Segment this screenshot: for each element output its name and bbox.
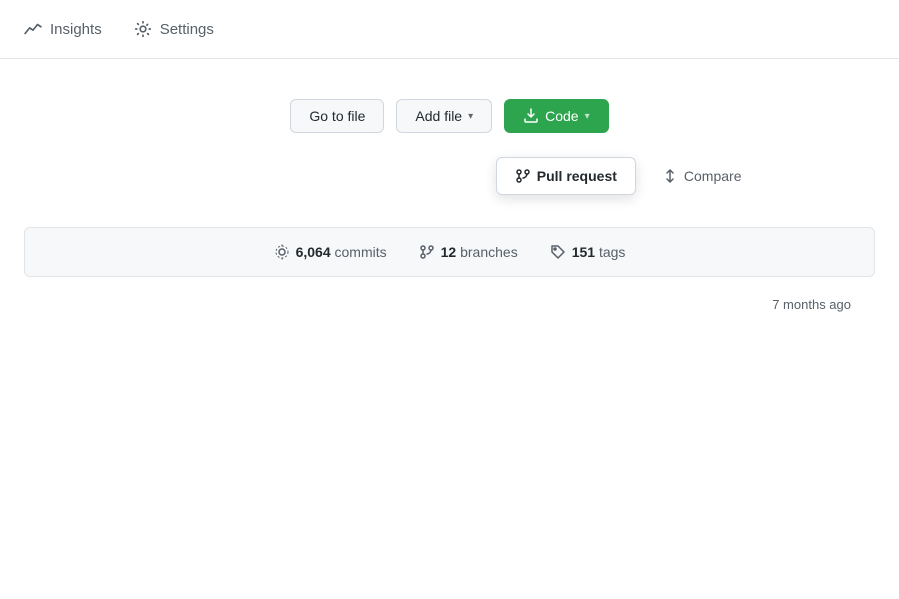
branches-stat[interactable]: 12 branches — [419, 244, 518, 260]
tags-icon — [550, 244, 566, 260]
pull-request-icon — [515, 168, 531, 184]
commits-count: 6,064 — [296, 244, 331, 260]
nav-item-insights[interactable]: Insights — [24, 16, 102, 42]
goto-file-button[interactable]: Go to file — [290, 99, 384, 133]
pull-request-button[interactable]: Pull request — [496, 157, 636, 195]
add-file-button[interactable]: Add file ▾ — [396, 99, 492, 133]
download-icon — [523, 108, 539, 124]
commits-label: commits — [335, 244, 387, 260]
insights-icon — [24, 20, 42, 38]
stats-bar: 6,064 commits 12 branches 151 tags — [24, 227, 875, 277]
settings-icon — [134, 20, 152, 38]
commits-icon — [274, 244, 290, 260]
settings-label: Settings — [160, 21, 214, 38]
code-chevron-icon: ▾ — [585, 111, 590, 122]
compare-icon — [662, 168, 678, 184]
tags-label: tags — [599, 244, 625, 260]
compare-button[interactable]: Compare — [644, 158, 760, 194]
code-label: Code — [545, 108, 578, 124]
top-nav: Insights Settings — [0, 0, 899, 59]
add-file-chevron-icon: ▾ — [468, 111, 473, 122]
branches-icon — [419, 244, 435, 260]
tags-stat[interactable]: 151 tags — [550, 244, 626, 260]
nav-item-settings[interactable]: Settings — [134, 16, 214, 42]
code-button[interactable]: Code ▾ — [504, 99, 609, 133]
branches-label: branches — [460, 244, 518, 260]
pull-request-label: Pull request — [537, 168, 617, 184]
tags-count: 151 — [572, 244, 595, 260]
commits-stat[interactable]: 6,064 commits — [274, 244, 387, 260]
compare-label: Compare — [684, 168, 742, 184]
timestamp-area: 7 months ago — [0, 285, 899, 324]
timestamp-label: 7 months ago — [772, 297, 851, 312]
actions-area: Go to file Add file ▾ Code ▾ — [0, 59, 899, 157]
dropdown-area: Pull request Compare — [0, 157, 899, 219]
branches-count: 12 — [441, 244, 457, 260]
insights-label: Insights — [50, 21, 102, 38]
goto-file-label: Go to file — [309, 108, 365, 124]
add-file-label: Add file — [415, 108, 462, 124]
